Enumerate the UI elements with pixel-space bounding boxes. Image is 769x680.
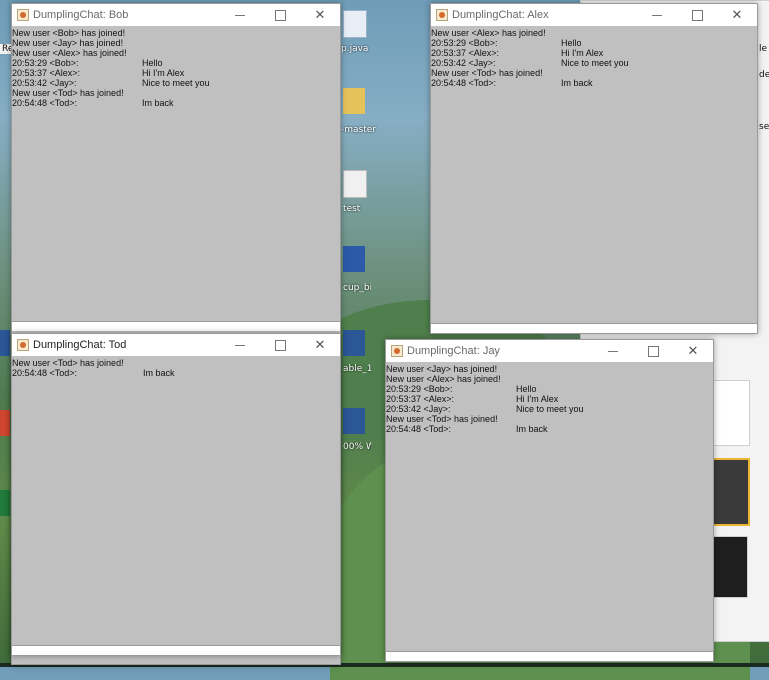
chat-window-alex[interactable]: DumplingChat: Alex ✕ New user <Alex> has…: [430, 3, 758, 334]
minimize-button[interactable]: [593, 340, 633, 362]
thumbnail-card[interactable]: [712, 536, 748, 598]
chat-line: 20:54:48 <Tod>: Im back: [386, 424, 548, 434]
word-doc-icon[interactable]: [343, 330, 365, 356]
close-button[interactable]: ✕: [300, 4, 340, 26]
window-title: DumplingChat: Tod: [33, 339, 127, 351]
chat-window-tod[interactable]: DumplingChat: Tod ✕ New user <Tod> has j…: [11, 333, 341, 656]
java-icon: [17, 339, 29, 351]
folder-zip-icon[interactable]: [343, 88, 365, 114]
java-icon: [436, 9, 448, 21]
desktop-icon-label: able_1: [343, 364, 371, 374]
title-bar[interactable]: DumplingChat: Bob ✕: [12, 4, 340, 26]
chat-line: 20:53:29 <Bob>: Hello: [431, 38, 582, 48]
message-input[interactable]: [12, 645, 340, 655]
minimize-button[interactable]: [220, 4, 260, 26]
word-doc-icon[interactable]: [0, 330, 10, 356]
chat-line: 20:53:37 <Alex>: Hi I'm Alex: [431, 48, 604, 58]
winrar-icon[interactable]: [343, 246, 365, 272]
desktop-icon-label: p.java: [341, 44, 369, 54]
maximize-button[interactable]: [260, 334, 300, 356]
window-title: DumplingChat: Alex: [452, 9, 549, 21]
desktop-icon-label: 00% W: [343, 442, 371, 452]
chat-line: New user <Jay> has joined!: [12, 38, 124, 48]
maximize-button[interactable]: [677, 4, 717, 26]
chat-line: 20:53:29 <Bob>: Hello: [12, 58, 163, 68]
title-bar[interactable]: DumplingChat: Jay ✕: [386, 340, 713, 362]
folder-icon[interactable]: [343, 170, 367, 198]
maximize-button[interactable]: [260, 4, 300, 26]
chat-line: 20:54:48 <Tod>: Im back: [431, 78, 593, 88]
chat-window-jay[interactable]: DumplingChat: Jay ✕ New user <Jay> has j…: [385, 339, 714, 662]
chat-line: 20:53:29 <Bob>: Hello: [386, 384, 537, 394]
chat-line: New user <Tod> has joined!: [12, 358, 124, 368]
pdf-icon[interactable]: [0, 410, 10, 436]
chat-line: New user <Tod> has joined!: [431, 68, 543, 78]
chat-line: New user <Tod> has joined!: [12, 88, 124, 98]
excel-icon[interactable]: [0, 490, 10, 516]
chat-line: New user <Bob> has joined!: [12, 28, 126, 38]
chat-line: New user <Alex> has joined!: [431, 28, 546, 38]
minimize-button[interactable]: [220, 334, 260, 356]
chat-line: 20:54:48 <Tod>: Im back: [12, 368, 175, 378]
java-icon: [391, 345, 403, 357]
close-button[interactable]: ✕: [717, 4, 757, 26]
java-file-icon[interactable]: [343, 10, 367, 38]
chat-log: New user <Tod> has joined! 20:54:48 <Tod…: [12, 356, 340, 646]
window-title: DumplingChat: Jay: [407, 345, 500, 357]
close-button[interactable]: ✕: [300, 334, 340, 356]
chat-line: 20:54:48 <Tod>: Im back: [12, 98, 174, 108]
maximize-button[interactable]: [633, 340, 673, 362]
title-bar[interactable]: DumplingChat: Alex ✕: [431, 4, 757, 26]
thumbnail-card[interactable]: [712, 380, 750, 446]
chat-line: 20:53:42 <Jay>: Nice to meet you: [12, 78, 210, 88]
chat-log: New user <Jay> has joined! New user <Ale…: [386, 362, 713, 652]
thumbnail-card-active[interactable]: [712, 458, 750, 526]
message-input[interactable]: [386, 651, 713, 661]
message-input[interactable]: [431, 323, 757, 333]
chat-log: New user <Alex> has joined! 20:53:29 <Bo…: [431, 26, 757, 324]
desktop-icon-label: -master: [341, 125, 376, 135]
chat-line: 20:53:37 <Alex>: Hi I'm Alex: [386, 394, 559, 404]
window-title: DumplingChat: Bob: [33, 9, 129, 21]
chat-line: New user <Tod> has joined!: [386, 414, 498, 424]
desktop-edge-label: se: [757, 122, 769, 132]
desktop-edge-label: de: [757, 70, 769, 80]
chat-line: 20:53:42 <Jay>: Nice to meet you: [386, 404, 584, 414]
message-input[interactable]: [12, 321, 340, 331]
desktop-icon-label: test: [343, 204, 361, 214]
chat-line: New user <Alex> has joined!: [386, 374, 501, 384]
desktop-icon-label: cup_bi: [343, 283, 371, 293]
chat-line: New user <Jay> has joined!: [386, 364, 498, 374]
java-icon: [17, 9, 29, 21]
close-button[interactable]: ✕: [673, 340, 713, 362]
desktop-edge-label: le: [757, 44, 769, 54]
chat-line: 20:53:42 <Jay>: Nice to meet you: [431, 58, 629, 68]
minimize-button[interactable]: [637, 4, 677, 26]
chat-line: New user <Alex> has joined!: [12, 48, 127, 58]
chat-line: 20:53:37 <Alex>: Hi I'm Alex: [12, 68, 185, 78]
word-doc-icon[interactable]: [343, 408, 365, 434]
title-bar[interactable]: DumplingChat: Tod ✕: [12, 334, 340, 356]
